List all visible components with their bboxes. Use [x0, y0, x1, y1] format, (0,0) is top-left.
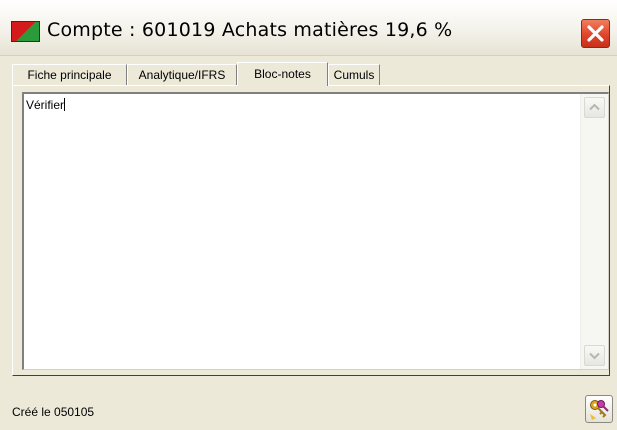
tab-label: Cumuls [333, 68, 375, 82]
chevron-down-icon [589, 352, 600, 360]
tab-bloc-notes[interactable]: Bloc-notes [237, 62, 328, 86]
account-window: Compte : 601019 Achats matières 19,6 % F… [0, 0, 617, 430]
keys-action-button[interactable] [585, 395, 613, 423]
scroll-down-button[interactable] [584, 345, 605, 366]
vertical-scrollbar[interactable] [580, 94, 608, 369]
window-title: Compte : 601019 Achats matières 19,6 % [47, 19, 453, 41]
tab-label: Fiche principale [27, 68, 112, 82]
account-app-icon [11, 21, 40, 42]
tab-analytique-ifrs[interactable]: Analytique/IFRS [127, 64, 237, 85]
scroll-up-button[interactable] [584, 97, 605, 118]
tab-label: Bloc-notes [254, 67, 311, 81]
close-icon [587, 25, 604, 42]
notes-text[interactable]: Vérifier [26, 98, 66, 112]
notes-textarea[interactable]: Vérifier [22, 92, 609, 370]
tab-fiche-principale[interactable]: Fiche principale [12, 64, 127, 85]
keys-icon [590, 400, 609, 420]
chevron-up-icon [589, 103, 600, 111]
close-button[interactable] [581, 19, 610, 48]
title-bar[interactable]: Compte : 601019 Achats matières 19,6 % [0, 0, 617, 56]
text-caret [64, 98, 66, 111]
created-date-label: Créé le 050105 [12, 405, 95, 419]
tab-cumuls[interactable]: Cumuls [328, 64, 380, 85]
tab-label: Analytique/IFRS [138, 68, 226, 82]
